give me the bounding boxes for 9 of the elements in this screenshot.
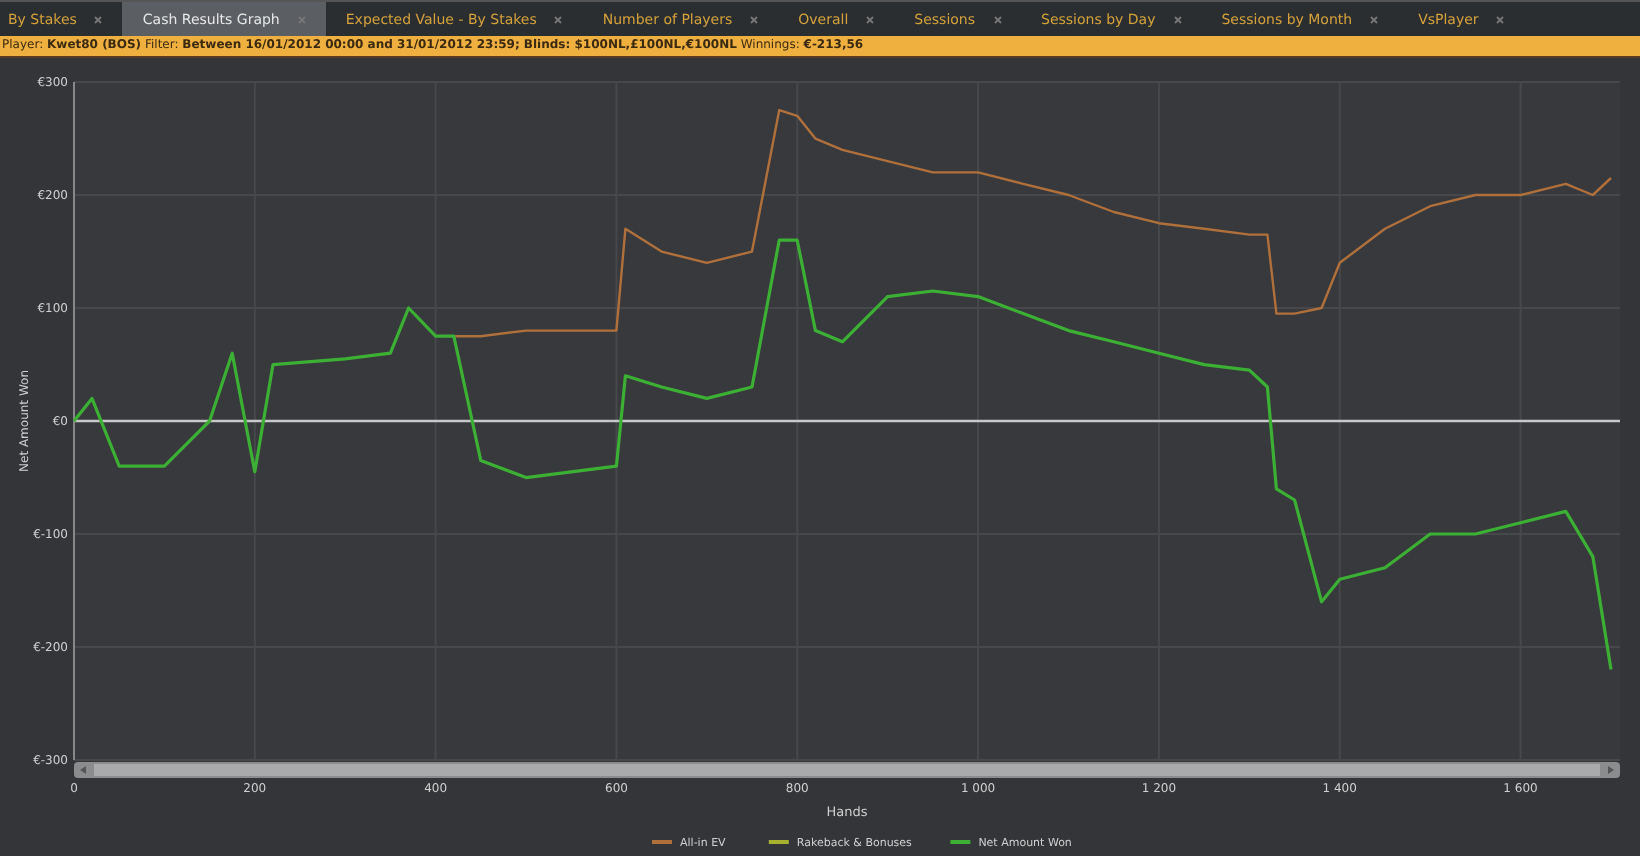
close-icon[interactable] — [554, 15, 563, 23]
close-icon[interactable] — [94, 15, 103, 23]
close-icon[interactable] — [750, 15, 759, 23]
close-icon[interactable] — [866, 15, 875, 23]
close-icon[interactable] — [1173, 15, 1182, 23]
close-icon[interactable] — [1370, 15, 1379, 23]
horizontal-scrollbar[interactable] — [74, 762, 1620, 778]
close-icon[interactable] — [1496, 15, 1505, 23]
close-icon[interactable] — [993, 15, 1002, 23]
